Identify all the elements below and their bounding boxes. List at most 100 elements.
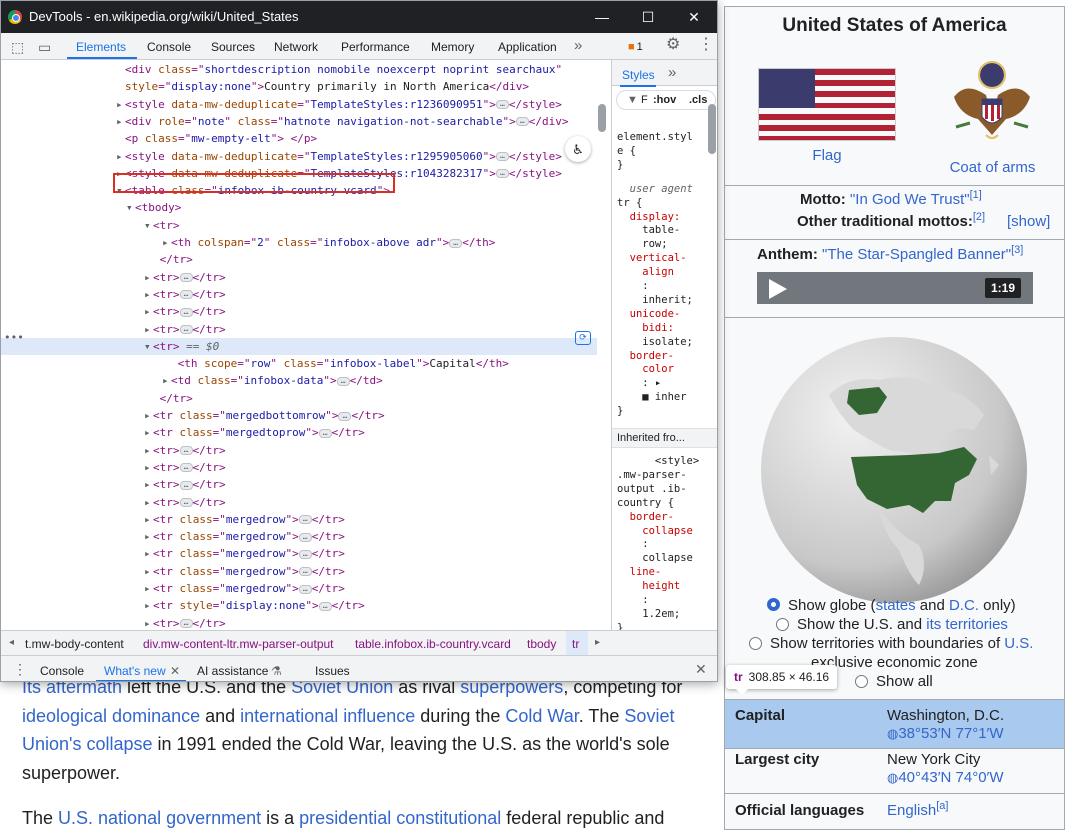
collapsed-content-ellipsis[interactable]: … (179, 290, 193, 300)
collapsed-content-ellipsis[interactable]: … (318, 428, 332, 438)
collapse-triangle-icon[interactable]: ▸ (144, 528, 151, 545)
drawer-tab-console[interactable]: Console (40, 664, 84, 678)
tab-performance[interactable]: Performance (341, 40, 410, 54)
dc-link[interactable]: D.C. (949, 597, 979, 614)
dom-node-line[interactable]: ▸ <td class="infobox-data">… </td> (1, 372, 597, 389)
dom-node-line[interactable]: ▸ <th colspan="2" class="infobox-above ad… (1, 234, 597, 251)
collapsed-content-ellipsis[interactable]: … (179, 273, 193, 283)
collapse-triangle-icon[interactable]: ▸ (144, 545, 151, 562)
collapse-triangle-icon[interactable]: ▸ (144, 615, 151, 630)
breadcrumb-right-arrow-icon[interactable]: ▸ (595, 636, 600, 650)
dom-node-line[interactable]: ▸ <div role="note" class="hatnote navigat… (1, 113, 597, 130)
dom-node-line[interactable]: ▸ <tr class="mergedrow">… </tr> (1, 511, 597, 528)
styles-filter-input[interactable]: ▼ F :hov .cls (616, 90, 716, 110)
collapse-triangle-icon[interactable]: ▸ (144, 269, 151, 286)
collapsed-content-ellipsis[interactable]: … (495, 152, 509, 161)
collapse-triangle-icon[interactable]: ▸ (144, 442, 151, 459)
ai-assist-node-icon[interactable]: ⟳ (575, 331, 591, 345)
show-all-radio[interactable] (855, 675, 868, 688)
capital-coords[interactable]: ◍38°53′N 77°1′W (887, 725, 1004, 742)
article-link[interactable]: presidential constitutional (299, 808, 501, 828)
article-link[interactable]: Union's collapse (22, 734, 153, 754)
article-link[interactable]: Soviet (624, 706, 674, 726)
collapsed-content-ellipsis[interactable]: … (298, 567, 312, 577)
collapse-triangle-icon[interactable]: ▸ (144, 286, 151, 303)
collapse-triangle-icon[interactable]: ▸ (144, 563, 151, 580)
collapse-triangle-icon[interactable]: ▸ (144, 494, 151, 511)
collapse-triangle-icon[interactable]: ▸ (116, 96, 123, 113)
window-titlebar[interactable]: DevTools - en.wikipedia.org/wiki/United_… (1, 1, 717, 33)
dom-node-line[interactable]: ▸ <tr>… </tr> (1, 615, 597, 630)
other-mottos-ref[interactable]: [2] (973, 211, 985, 223)
tab-elements[interactable]: Elements (76, 40, 126, 54)
collapse-triangle-icon[interactable]: ▸ (144, 580, 151, 597)
breadcrumb-item[interactable]: t.mw-body-content (25, 637, 124, 651)
styles-scrollbar[interactable] (708, 104, 716, 154)
collapse-triangle-icon[interactable]: ▸ (144, 424, 151, 441)
collapsed-content-ellipsis[interactable]: … (298, 515, 312, 525)
dom-node-line[interactable]: <div class="shortdescription nomobile no… (1, 61, 597, 78)
device-toolbar-icon[interactable]: ▭ (38, 40, 51, 54)
breadcrumb-item[interactable]: tbody (527, 637, 556, 651)
tab-sources[interactable]: Sources (211, 40, 255, 54)
dom-node-line[interactable]: ▸ <tr>… </tr> (1, 442, 597, 459)
tab-network[interactable]: Network (274, 40, 318, 54)
collapsed-content-ellipsis[interactable]: … (298, 532, 312, 542)
globe-map-image[interactable] (759, 335, 1029, 605)
tab-styles[interactable]: Styles (622, 68, 655, 82)
collapse-triangle-icon[interactable]: ▸ (144, 597, 151, 614)
dom-node-line[interactable]: <th scope="row" class="infobox-label">Ca… (1, 355, 597, 372)
dom-node-line[interactable]: ▸ <tr class="mergedrow">… </tr> (1, 545, 597, 562)
close-window-button[interactable]: ✕ (671, 1, 717, 33)
dom-node-line[interactable]: </tr> (1, 390, 597, 407)
dom-node-line[interactable]: ▸ <style data-mw-deduplicate="TemplateSty… (1, 96, 597, 113)
capital-coords-link[interactable]: 38°53′N 77°1′W (898, 725, 1003, 742)
drawer-menu-icon[interactable]: ⋮ (13, 662, 27, 676)
dom-node-line[interactable]: ▾ <tr> (1, 217, 597, 234)
dom-node-line[interactable]: ▸ <tr>… </tr> (1, 269, 597, 286)
collapsed-content-ellipsis[interactable]: … (495, 100, 509, 110)
tab-console[interactable]: Console (147, 40, 191, 54)
anthem-link[interactable]: "The Star-Spangled Banner" (822, 246, 1011, 263)
elements-dom-tree[interactable]: ▸ <tr>… </tr> ▸ <tr style="display:none">… </… (1, 60, 611, 630)
hov-toggle[interactable]: :hov (653, 91, 676, 109)
drawer-tab-issues[interactable]: Issues (315, 664, 350, 678)
expand-triangle-icon[interactable]: ▾ (126, 199, 133, 216)
collapse-triangle-icon[interactable]: ▸ (144, 511, 151, 528)
drawer-tab-whats-new[interactable]: What's new (104, 664, 166, 678)
dom-node-line[interactable]: ▸ <tr class="mergedrow">… </tr> (1, 580, 597, 597)
collapsed-content-ellipsis[interactable]: … (179, 325, 193, 334)
show-mottos-link[interactable]: [show] (1007, 213, 1050, 230)
issues-badge[interactable]: ■ 1 (628, 40, 643, 54)
collapsed-content-ellipsis[interactable]: … (179, 463, 193, 473)
dom-node-line[interactable]: ▸ <tr>… </tr> (1, 321, 597, 338)
dom-node-line[interactable]: ▸ <tr>… </tr> (1, 494, 597, 511)
show-mottos-toggle[interactable]: [show] (1007, 213, 1050, 230)
coat-of-arms-caption[interactable]: Coat of arms (930, 159, 1055, 176)
dom-node-line[interactable]: </tr> (1, 251, 597, 268)
dom-node-line[interactable]: ▸ <tr class="mergedrow">… </tr> (1, 563, 597, 580)
cls-toggle[interactable]: .cls (689, 91, 707, 109)
collapsed-content-ellipsis[interactable]: … (179, 307, 193, 317)
motto-ref[interactable]: [1] (970, 189, 982, 201)
states-link[interactable]: states (876, 597, 916, 614)
anthem-ref[interactable]: [3] (1011, 244, 1023, 256)
breadcrumb-item[interactable]: div.mw-content-ltr.mw-parser-output (143, 637, 334, 651)
drawer-tab-ai-assistance[interactable]: AI assistance (197, 664, 268, 678)
coat-of-arms-image[interactable] (946, 57, 1038, 149)
collapse-triangle-icon[interactable]: ▸ (116, 148, 123, 165)
article-link[interactable]: ideological dominance (22, 706, 200, 726)
breadcrumb-current[interactable]: tr (572, 637, 579, 651)
article-link[interactable]: Cold War (505, 706, 578, 726)
show-globe-radio[interactable] (767, 598, 780, 611)
tab-application[interactable]: Application (498, 40, 557, 54)
dom-node-line[interactable]: ▸ <tr class="mergedrow">… </tr> (1, 528, 597, 545)
maximize-button[interactable]: ☐ (625, 1, 671, 33)
close-whats-new-icon[interactable]: ✕ (170, 664, 180, 678)
expand-triangle-icon[interactable]: ▾ (144, 217, 151, 234)
dom-node-line[interactable]: <p class="mw-empty-elt"> </p> (1, 130, 597, 147)
dom-node-line[interactable]: ▸ <tr>… </tr> (1, 303, 597, 320)
accessibility-icon[interactable]: ♿ (565, 136, 591, 162)
show-eez-radio[interactable] (749, 637, 762, 650)
settings-gear-icon[interactable]: ⚙ (666, 37, 680, 53)
